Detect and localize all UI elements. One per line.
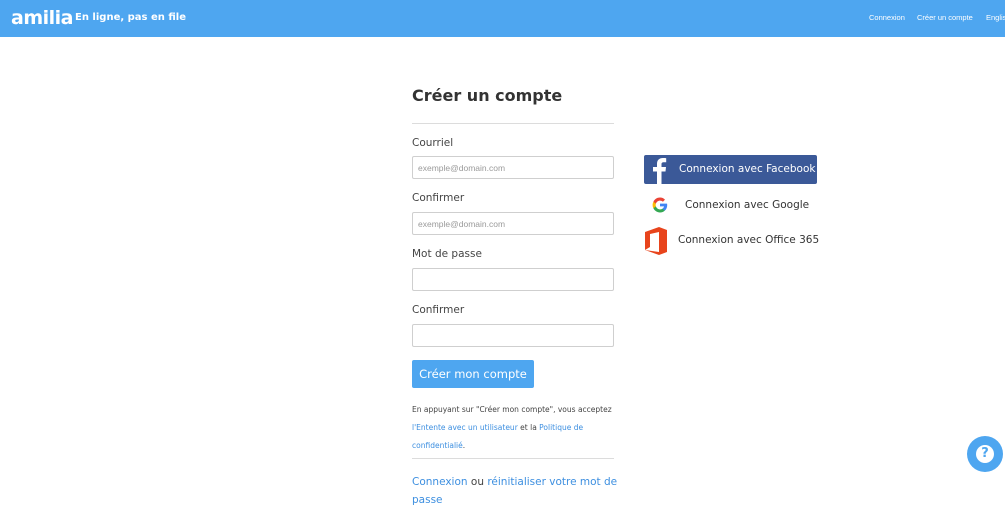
create-account-button[interactable]: Créer mon compte [412, 360, 534, 388]
facebook-login-button[interactable]: Connexion avec Facebook [644, 155, 817, 184]
office365-icon [645, 227, 667, 255]
office365-login-label: Connexion avec Office 365 [678, 234, 820, 246]
page-title: Créer un compte [412, 86, 563, 105]
top-navigation-bar: amilia En ligne, pas en file Connexion C… [0, 0, 1005, 37]
email-confirm-label: Confirmer [412, 192, 465, 204]
help-icon: ? [976, 445, 994, 463]
user-agreement-link[interactable]: l'Entente avec un utilisateur [412, 423, 518, 432]
email-confirm-field[interactable] [412, 212, 614, 235]
tagline: En ligne, pas en file [75, 12, 186, 23]
google-login-button[interactable]: Connexion avec Google [644, 193, 817, 217]
facebook-icon [653, 158, 667, 184]
nav-language-link[interactable]: English [986, 12, 1005, 24]
bottom-middle: ou [467, 476, 488, 488]
amilia-logo[interactable]: amilia [11, 7, 73, 29]
login-link[interactable]: Connexion [412, 476, 468, 488]
bottom-links: Connexion ou réinitialiser votre mot de … [412, 473, 622, 509]
google-icon [652, 197, 668, 213]
nav-create-account-link[interactable]: Créer un compte [917, 12, 973, 24]
terms-suffix: . [462, 441, 466, 450]
nav-login-link[interactable]: Connexion [869, 12, 905, 24]
email-field[interactable] [412, 156, 614, 179]
terms-text: En appuyant sur "Créer mon compte", vous… [412, 401, 622, 455]
password-confirm-label: Confirmer [412, 304, 465, 316]
terms-middle: et la [517, 423, 540, 432]
email-label: Courriel [412, 137, 454, 149]
password-confirm-field[interactable] [412, 324, 614, 347]
facebook-login-label: Connexion avec Facebook [679, 163, 816, 175]
terms-prefix: En appuyant sur "Créer mon compte", vous… [412, 405, 612, 414]
bottom-divider [412, 458, 614, 459]
password-field[interactable] [412, 268, 614, 291]
help-button[interactable]: ? [967, 436, 1003, 472]
google-login-label: Connexion avec Google [685, 199, 810, 211]
title-divider [412, 123, 614, 124]
office365-login-button[interactable]: Connexion avec Office 365 [644, 227, 820, 255]
password-label: Mot de passe [412, 248, 482, 260]
